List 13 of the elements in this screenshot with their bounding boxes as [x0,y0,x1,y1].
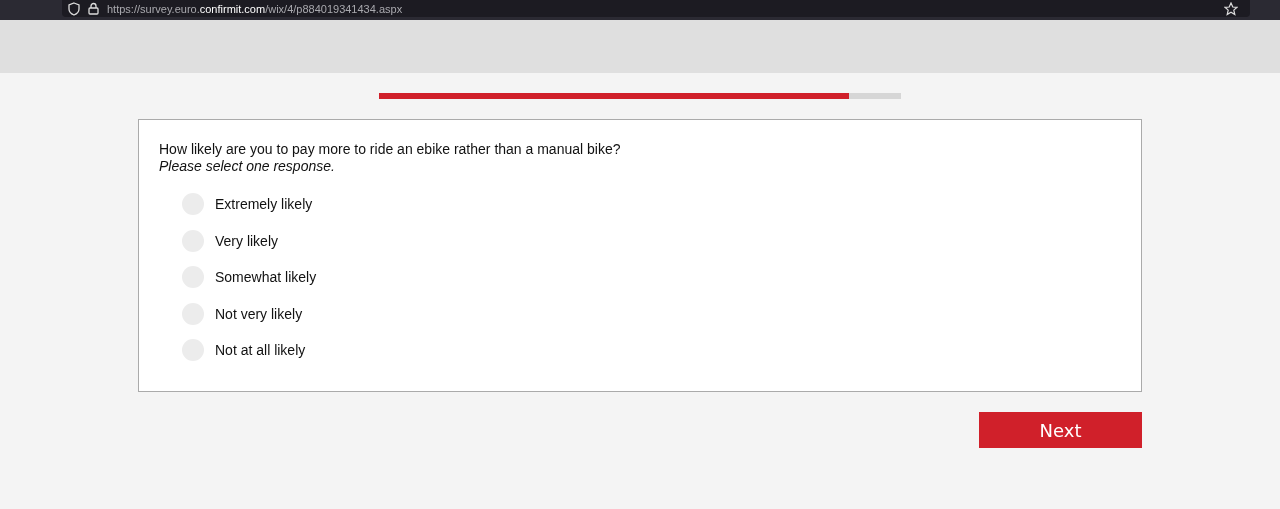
option-label[interactable]: Not very likely [215,305,303,322]
next-button[interactable]: Next [979,412,1142,448]
option-label[interactable]: Somewhat likely [215,269,317,285]
shield-icon [68,1,80,16]
bookmark-star-icon[interactable] [1224,1,1238,16]
address-bar[interactable]: https://survey.euro.confirmit.com/wix/4/p884019341434.aspx [62,0,1250,17]
option-label[interactable]: Very likely [215,232,279,249]
lock-icon [88,2,99,15]
question-text: How likely are you to pay more to ride an ebike rather than a manual bike? [159,141,622,157]
url-text: https://survey.euro.confirmit.com/wix/4/p884019341434.aspx [107,2,404,15]
instruction-text: Please select one response. [159,158,336,174]
option-label[interactable]: Extremely likely [215,196,313,212]
option-label[interactable]: Not at all likely [215,342,306,358]
